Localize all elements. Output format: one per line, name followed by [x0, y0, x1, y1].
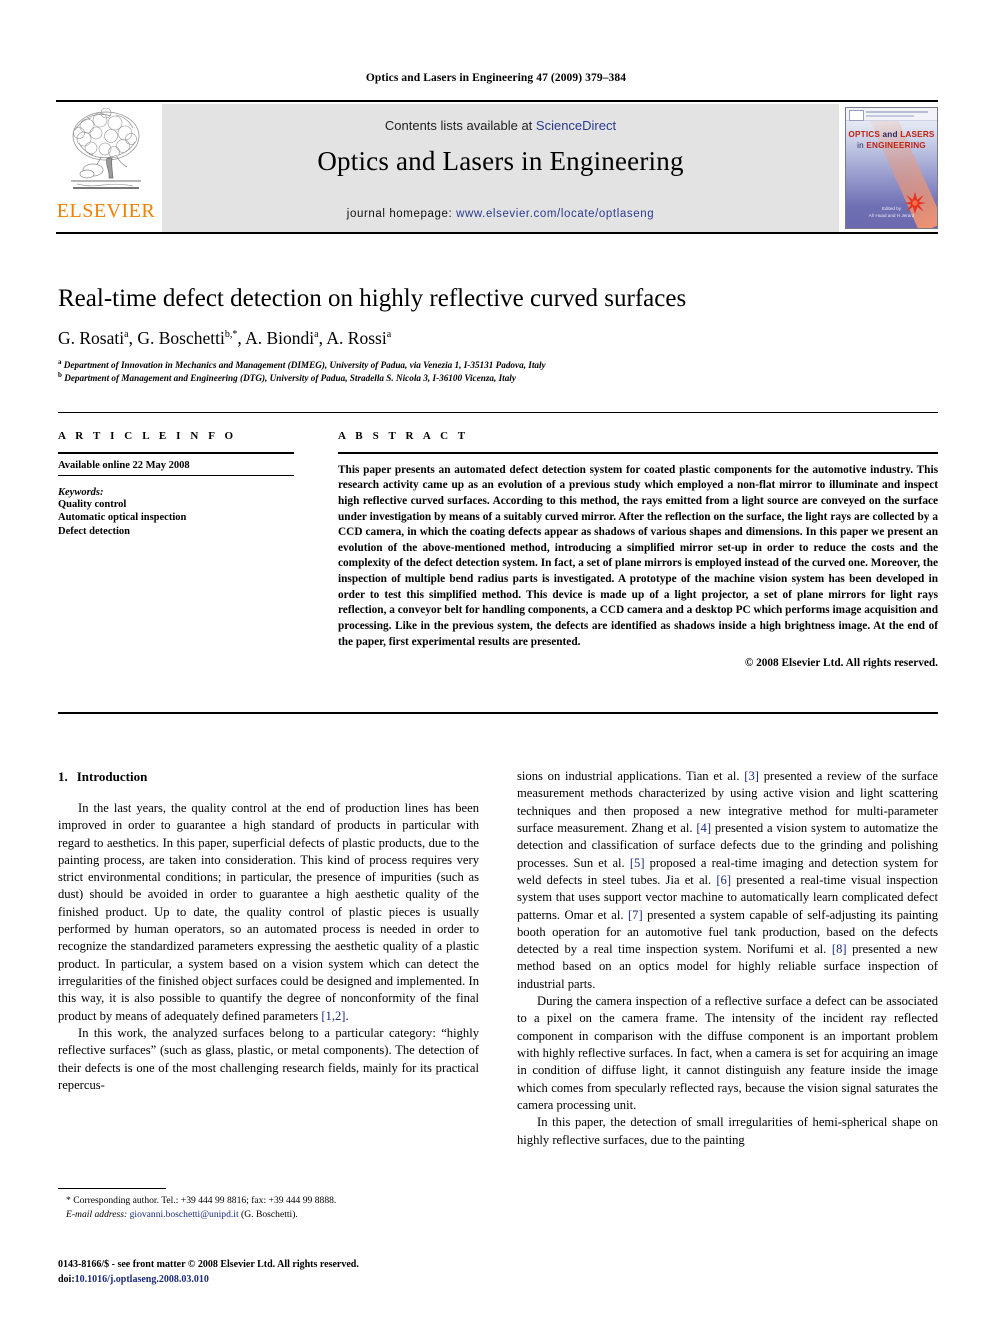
body-column-right: sions on industrial applications. Tian e…	[517, 768, 938, 1149]
imprint-block: 0143-8166/$ - see front matter © 2008 El…	[58, 1258, 488, 1287]
homepage-prefix: journal homepage:	[346, 208, 457, 220]
cover-word-and: and	[880, 130, 901, 139]
author-name: A. Rossi	[326, 328, 387, 348]
doi-line: doi:10.1016/j.optlaseng.2008.03.010	[58, 1273, 488, 1288]
section-number: 1.	[58, 769, 68, 784]
cover-publisher-mini-logo	[849, 110, 864, 121]
author-mark: a	[124, 329, 129, 341]
abstract-heading: A B S T R A C T	[338, 430, 469, 442]
author-list: G. Rosatia, G. Boschettib,*, A. Biondia,…	[58, 328, 392, 348]
abstract-rule	[338, 452, 938, 454]
contents-list-line: Contents lists available at ScienceDirec…	[162, 118, 839, 133]
paragraph: During the camera inspection of a reflec…	[517, 994, 938, 1112]
contents-prefix: Contents lists available at	[384, 118, 536, 133]
email-owner: (G. Boschetti).	[238, 1208, 298, 1220]
journal-band: Contents lists available at ScienceDirec…	[162, 104, 839, 232]
section-heading-introduction: 1. Introduction	[58, 768, 479, 786]
cover-title-line-1: OPTICS and LASERS	[846, 130, 937, 139]
journal-title: Optics and Lasers in Engineering	[317, 146, 684, 176]
abstract-column: A B S T R A C T This paper presents an a…	[338, 430, 938, 669]
affiliation-a-text: Department of Innovation in Mechanics an…	[63, 360, 546, 371]
author-mark: a	[314, 329, 319, 341]
footnote-divider	[58, 1188, 166, 1189]
keyword-item: Quality control	[58, 498, 127, 510]
abstract-copyright: © 2008 Elsevier Ltd. All rights reserved…	[744, 657, 938, 670]
affiliation-mark-b: b	[58, 371, 62, 379]
author-name: A. Biondi	[245, 328, 315, 348]
keyword-item: Automatic optical inspection	[58, 512, 187, 524]
front-matter-line: 0143-8166/$ - see front matter © 2008 El…	[58, 1259, 359, 1270]
paper-page: Optics and Lasers in Engineering 47 (200…	[0, 0, 992, 1323]
journal-homepage-line: journal homepage: www.elsevier.com/locat…	[162, 208, 839, 220]
reference-mark[interactable]: [8]	[832, 942, 847, 956]
keywords-label: Keywords:	[58, 486, 104, 498]
section-divider-bottom	[58, 712, 938, 714]
cover-editors-caption: Edited by Ah Huad and H Jerard	[868, 206, 915, 219]
journal-cover-thumbnail: OPTICS and LASERS in ENGINEERING Edited …	[845, 107, 938, 229]
doi-label: doi:	[58, 1273, 75, 1285]
cover-word-optics: OPTICS	[848, 130, 881, 139]
elsevier-logo: ELSEVIER	[56, 104, 156, 232]
reference-mark[interactable]: [4]	[696, 821, 711, 835]
corresponding-author-note: * Corresponding author. Tel.: +39 444 99…	[66, 1195, 337, 1206]
paragraph: sions on industrial applications. Tian e…	[517, 769, 939, 991]
affiliation-b-text: Department of Management and Engineering…	[64, 373, 516, 384]
page-title: Real-time defect detection on highly ref…	[58, 285, 687, 312]
email-link[interactable]: giovanni.boschetti@unipd.it	[127, 1209, 239, 1220]
running-head: Optics and Lasers in Engineering 47 (200…	[365, 72, 627, 84]
affiliation-b: b Department of Management and Engineeri…	[58, 371, 938, 384]
paragraph: In this work, the analyzed surfaces belo…	[58, 1025, 479, 1092]
cover-masthead-line-1	[866, 111, 928, 113]
reference-mark[interactable]: [3]	[744, 769, 759, 783]
author-name: G. Rosati	[58, 328, 125, 348]
article-info-rule	[58, 452, 294, 454]
footnote-block: * Corresponding author. Tel.: +39 444 99…	[58, 1194, 479, 1221]
affiliation-mark-a: a	[58, 358, 62, 366]
abstract-text: This paper presents an automated defect …	[338, 463, 938, 648]
affiliation-a: a Department of Innovation in Mechanics …	[58, 358, 938, 371]
author-mark: b,*	[224, 329, 238, 341]
reference-mark[interactable]: [6]	[716, 873, 731, 887]
cover-masthead-line-2	[866, 115, 914, 117]
cover-word-lasers: LASERS	[900, 130, 935, 139]
article-info-heading: A R T I C L E I N F O	[58, 430, 237, 442]
email-label: E-mail address:	[66, 1208, 128, 1220]
sciencedirect-link[interactable]: ScienceDirect	[536, 118, 616, 133]
cover-title-line-2: in ENGINEERING	[846, 141, 937, 150]
reference-mark[interactable]: [7]	[628, 908, 643, 922]
elsevier-tree-icon	[71, 108, 141, 189]
paragraph: In this paper, the detection of small ir…	[517, 1115, 938, 1147]
reference-mark[interactable]: [1,2]	[321, 1009, 345, 1023]
section-title: Introduction	[76, 769, 148, 784]
keyword-item: Defect detection	[58, 526, 131, 538]
author-name: G. Boschetti	[137, 328, 225, 348]
doi-link[interactable]: 10.1016/j.optlaseng.2008.03.010	[75, 1274, 209, 1285]
author-mark: a	[386, 329, 392, 341]
email-line: E-mail address: giovanni.boschetti@unipd…	[58, 1208, 479, 1222]
journal-masthead: ELSEVIER Contents lists available at Sci…	[56, 100, 938, 234]
section-divider-top	[58, 412, 938, 413]
cover-word-engineering: ENGINEERING	[866, 141, 926, 150]
homepage-url-link[interactable]: www.elsevier.com/locate/optlaseng	[456, 208, 654, 220]
article-info-column: A R T I C L E I N F O Available online 2…	[58, 430, 294, 539]
body-column-left: 1. Introduction In the last years, the qu…	[58, 768, 479, 1094]
elsevier-wordmark: ELSEVIER	[56, 200, 156, 222]
cover-word-in: in	[857, 141, 867, 150]
paragraph: In the last years, the quality control a…	[58, 800, 479, 1023]
article-history: Available online 22 May 2008	[58, 460, 294, 476]
reference-mark[interactable]: [5]	[630, 856, 645, 870]
